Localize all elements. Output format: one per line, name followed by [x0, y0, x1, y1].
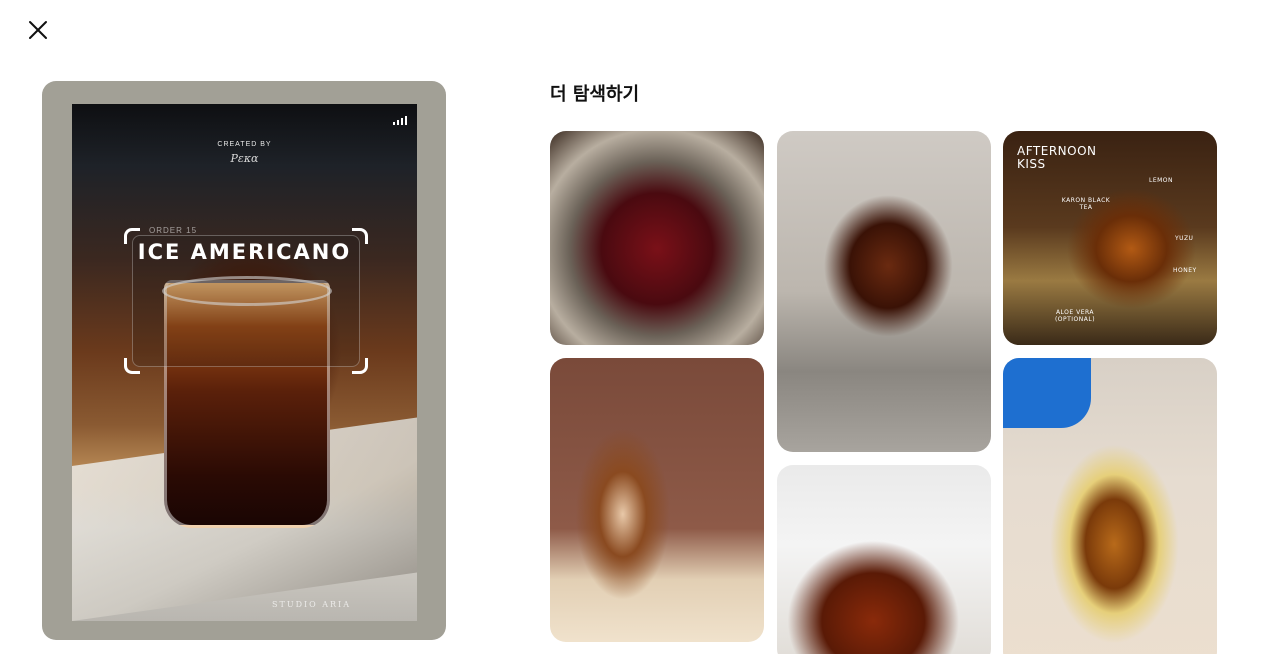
ingredient-label: LEMON [1149, 177, 1174, 184]
explore-tile-afternoon-kiss[interactable]: AFTERNOON KISS LEMON KARON BLACK TEA YUZ… [1003, 131, 1217, 345]
preview-image: CREATED BY Ρεκα ORDER 15 ICE AMERICANO S… [72, 104, 417, 621]
ingredient-label: YUZU [1175, 235, 1194, 242]
close-button[interactable] [24, 16, 52, 44]
ingredient-label: HONEY [1173, 267, 1197, 274]
signal-icon [393, 116, 407, 125]
ingredient-label: ALOE VERA (OPTIONAL) [1054, 309, 1096, 323]
focus-corner-bottom-left [124, 358, 140, 374]
explore-tile-iced-brew-glasses[interactable] [777, 465, 991, 654]
explore-tile-iced-americano-tray[interactable] [777, 131, 991, 452]
order-subtitle: ORDER 15 [149, 226, 198, 235]
drink-title: ICE AMERICANO [137, 240, 352, 264]
preview-card: CREATED BY Ρεκα ORDER 15 ICE AMERICANO S… [42, 81, 446, 640]
focus-corner-bottom-right [352, 358, 368, 374]
tile-heading: AFTERNOON KISS [1017, 144, 1097, 171]
ingredient-label: KARON BLACK TEA [1061, 197, 1111, 211]
close-icon [29, 21, 47, 39]
studio-credit: STUDIO ARIA [272, 600, 351, 609]
explore-tile-red-cocktail[interactable] [550, 131, 764, 345]
created-by-label: CREATED BY [217, 141, 272, 148]
bottle-decoration [1003, 358, 1091, 428]
explore-more-heading: 더 탐색하기 [550, 84, 640, 105]
explore-tile-poured-lemon-tea[interactable] [1003, 358, 1217, 654]
creator-signature: Ρεκα [230, 152, 259, 165]
explore-tile-iced-latte[interactable] [550, 358, 764, 642]
